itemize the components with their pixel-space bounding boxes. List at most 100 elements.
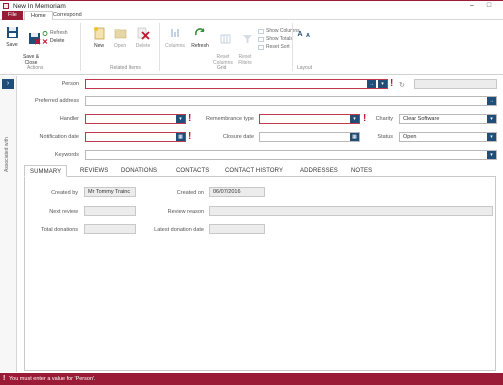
refresh-small-button[interactable]: Refresh bbox=[42, 30, 68, 37]
handler-select[interactable]: ▾ bbox=[85, 114, 186, 124]
created-by-value: Mr Tommy Trainc bbox=[88, 189, 131, 195]
refresh-grid-button[interactable]: Refresh bbox=[190, 26, 210, 49]
closure-date-field[interactable]: ▦ bbox=[259, 132, 360, 142]
status-message: You must enter a value for 'Person'. bbox=[9, 376, 96, 382]
reset-sort-button[interactable]: Reset Sort bbox=[258, 44, 290, 51]
tab-reviews[interactable]: REVIEWS bbox=[80, 165, 108, 177]
status-value: Open bbox=[403, 134, 417, 140]
group-separator bbox=[159, 23, 160, 71]
review-reason-label: Review reason bbox=[167, 209, 204, 215]
delete-small-label: Delete bbox=[50, 38, 65, 44]
save-close-icon bbox=[28, 33, 41, 45]
person-link-icon[interactable]: → bbox=[367, 80, 376, 88]
person-dropdown-icon[interactable]: ▾ bbox=[378, 80, 387, 88]
reset-columns-icon bbox=[220, 34, 231, 44]
refresh-person-icon[interactable]: ↻ bbox=[399, 81, 407, 89]
person-label: Person bbox=[61, 81, 79, 87]
group-separator bbox=[80, 23, 81, 71]
calendar-icon[interactable]: ▦ bbox=[350, 133, 359, 141]
tab-strip: SUMMARY REVIEWS DONATIONS CONTACTS CONTA… bbox=[24, 165, 496, 177]
tab-summary[interactable]: SUMMARY bbox=[24, 165, 68, 177]
notification-date-field[interactable]: ▦ bbox=[85, 132, 186, 142]
keywords-select[interactable]: ▾ bbox=[85, 150, 497, 160]
created-on-field: 06/07/2016 bbox=[209, 187, 265, 197]
latest-donation-date-field bbox=[209, 224, 265, 234]
person-field[interactable]: → ▾ bbox=[85, 79, 388, 89]
tab-donations[interactable]: DONATIONS bbox=[121, 165, 157, 177]
refresh-icon bbox=[42, 31, 48, 36]
decrease-font-icon[interactable]: A bbox=[305, 33, 311, 39]
show-columns-icon bbox=[258, 29, 264, 34]
menu-bar: File Home Correspond bbox=[0, 11, 503, 21]
handler-dropdown-icon[interactable]: ▾ bbox=[176, 115, 185, 123]
group-label-grid: Grid bbox=[217, 65, 227, 71]
tab-contact-history[interactable]: CONTACT HISTORY bbox=[225, 165, 283, 177]
open-button[interactable]: Open bbox=[112, 26, 128, 49]
remembrance-type-dropdown-icon[interactable]: ▾ bbox=[350, 115, 359, 123]
minimize-button[interactable]: – bbox=[467, 2, 477, 9]
reset-filters-icon bbox=[243, 35, 253, 43]
closure-date-label: Closure date bbox=[222, 134, 254, 140]
tab-contacts[interactable]: CONTACTS bbox=[176, 165, 209, 177]
app-icon bbox=[3, 3, 9, 9]
tab-notes[interactable]: NOTES bbox=[351, 165, 372, 177]
show-totals-button[interactable]: Show Totals bbox=[258, 36, 293, 43]
preferred-address-label: Preferred address bbox=[34, 98, 79, 104]
group-separator bbox=[292, 23, 293, 71]
created-on-label: Created on bbox=[176, 190, 204, 196]
save-button[interactable]: Save bbox=[3, 26, 21, 48]
expand-panel-button[interactable]: › bbox=[2, 79, 14, 89]
preferred-address-field[interactable]: → bbox=[85, 96, 497, 106]
status-bar: ! You must enter a value for 'Person'. bbox=[0, 373, 503, 385]
delete-icon bbox=[42, 39, 48, 44]
next-review-label: Next review bbox=[49, 209, 78, 215]
delete-small-button[interactable]: Delete bbox=[42, 38, 64, 45]
notification-date-label: Notification date bbox=[39, 134, 79, 140]
keywords-dropdown-icon[interactable]: ▾ bbox=[487, 151, 496, 159]
next-review-field bbox=[84, 206, 136, 216]
remembrance-type-select[interactable]: ▾ bbox=[259, 114, 360, 124]
reset-filters-button[interactable]: Reset Filters bbox=[235, 26, 255, 78]
menu-file[interactable]: File bbox=[2, 11, 23, 20]
window-title: New In Memoriam bbox=[13, 3, 66, 10]
group-label-layout: Layout bbox=[297, 65, 313, 71]
charity-dropdown-icon[interactable]: ▾ bbox=[487, 115, 496, 123]
new-label: New bbox=[93, 43, 104, 49]
maximize-button[interactable]: □ bbox=[484, 2, 494, 9]
status-label: Status bbox=[377, 134, 393, 140]
preferred-address-link-icon[interactable]: → bbox=[487, 97, 496, 105]
new-button[interactable]: New bbox=[92, 26, 106, 49]
delete-related-label: Delete bbox=[135, 43, 151, 49]
created-by-label: Created by bbox=[51, 190, 78, 196]
reset-sort-icon bbox=[258, 45, 264, 50]
columns-button[interactable]: Columns bbox=[164, 26, 186, 49]
person-id-field bbox=[414, 79, 497, 89]
associated-with-label: Associated with bbox=[4, 137, 10, 172]
new-document-icon bbox=[93, 27, 104, 40]
refresh-grid-label: Refresh bbox=[191, 43, 209, 49]
warning-icon: ! bbox=[3, 375, 6, 382]
handler-required-icon: ! bbox=[188, 113, 192, 124]
show-columns-button[interactable]: Show Columns bbox=[258, 28, 300, 35]
menu-correspond[interactable]: Correspond bbox=[47, 11, 88, 20]
tab-addresses[interactable]: ADDRESSES bbox=[300, 165, 338, 177]
review-reason-field bbox=[209, 206, 493, 216]
status-select[interactable]: Open ▾ bbox=[399, 132, 497, 142]
status-dropdown-icon[interactable]: ▾ bbox=[487, 133, 496, 141]
delete-related-button[interactable]: Delete bbox=[134, 26, 152, 49]
calendar-icon[interactable]: ▦ bbox=[176, 133, 185, 141]
associated-with-panel: › Associated with bbox=[0, 76, 17, 372]
created-by-field: Mr Tommy Trainc bbox=[84, 187, 136, 197]
columns-label: Columns bbox=[165, 43, 185, 49]
show-totals-label: Show Totals bbox=[266, 36, 293, 42]
charity-value: Clear Software bbox=[403, 116, 440, 122]
person-required-icon: ! bbox=[390, 78, 394, 89]
save-label: Save bbox=[6, 42, 18, 48]
notification-date-required-icon: ! bbox=[188, 131, 192, 142]
increase-font-icon[interactable]: A bbox=[296, 31, 304, 38]
columns-icon bbox=[170, 29, 179, 37]
charity-select[interactable]: Clear Software ▾ bbox=[399, 114, 497, 124]
show-totals-icon bbox=[258, 37, 264, 42]
group-label-actions: Actions bbox=[27, 65, 44, 71]
charity-label: Charity bbox=[375, 116, 393, 122]
